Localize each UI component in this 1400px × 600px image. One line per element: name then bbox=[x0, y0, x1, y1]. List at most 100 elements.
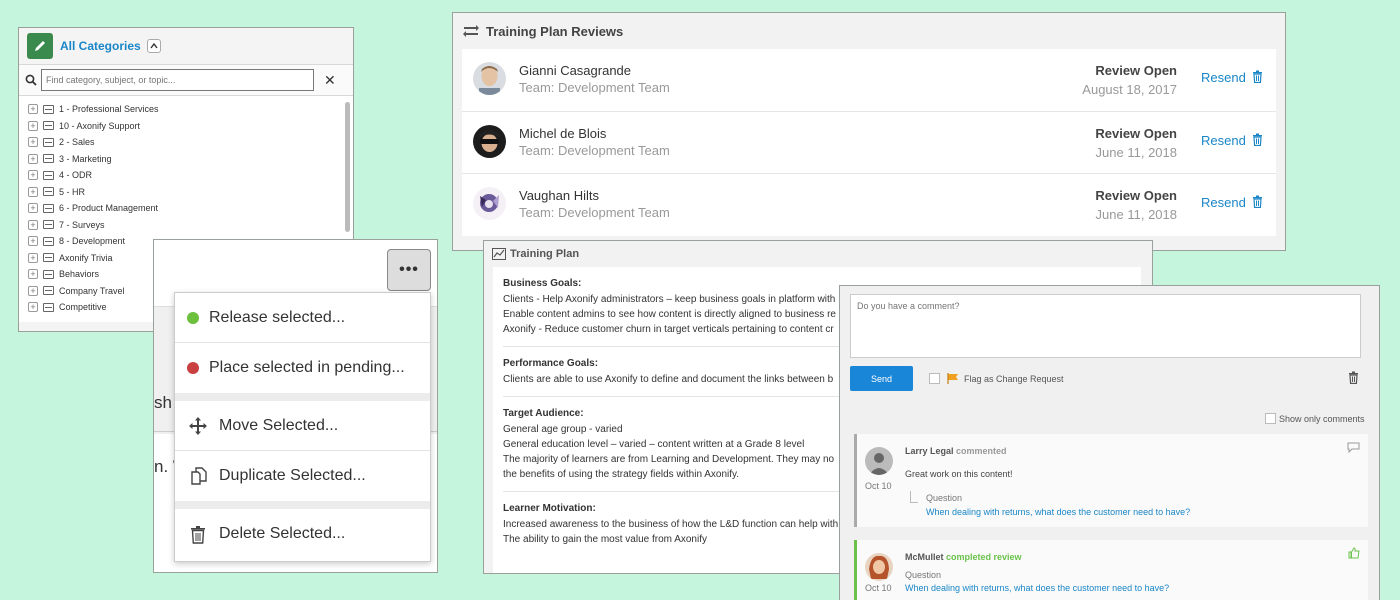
expand-icon[interactable]: + bbox=[28, 203, 38, 214]
category-label: 7 - Surveys bbox=[59, 219, 105, 230]
expand-icon[interactable]: + bbox=[28, 170, 38, 181]
category-icon bbox=[43, 170, 54, 180]
plan-title: Training Plan bbox=[510, 248, 580, 260]
category-icon bbox=[43, 137, 54, 147]
category-label: Axonify Trivia bbox=[59, 252, 113, 263]
category-item[interactable]: +10 - Axonify Support bbox=[28, 118, 353, 135]
expand-icon[interactable]: + bbox=[28, 120, 38, 131]
expand-icon[interactable]: + bbox=[28, 236, 38, 247]
review-date: August 18, 2017 bbox=[1082, 82, 1177, 97]
category-item[interactable]: +3 - Marketing bbox=[28, 151, 353, 168]
speech-bubble-icon[interactable] bbox=[1347, 440, 1360, 458]
expand-icon[interactable]: + bbox=[28, 153, 38, 164]
menu-separator bbox=[175, 501, 430, 509]
flag-checkbox[interactable] bbox=[929, 373, 940, 384]
scrollbar[interactable] bbox=[345, 102, 350, 232]
menu-item-label: Release selected... bbox=[209, 308, 346, 326]
trash-icon[interactable] bbox=[1252, 70, 1263, 88]
reviewer-name: Michel de Blois bbox=[519, 125, 607, 141]
category-label: 6 - Product Management bbox=[59, 203, 159, 214]
training-plan-reviews-panel: Training Plan Reviews Gianni Casagrande … bbox=[452, 12, 1286, 251]
category-title[interactable]: All Categories bbox=[60, 39, 141, 53]
expand-icon[interactable]: + bbox=[28, 269, 38, 280]
avatar bbox=[473, 187, 506, 220]
pending-selected-item[interactable]: Place selected in pending... bbox=[175, 343, 430, 393]
show-only-label: Show only comments bbox=[1279, 413, 1365, 424]
category-item[interactable]: +2 - Sales bbox=[28, 134, 353, 151]
comment-item: Larry Legal commented Great work on this… bbox=[854, 434, 1368, 527]
duplicate-icon bbox=[187, 465, 209, 487]
category-item[interactable]: +7 - Surveys bbox=[28, 217, 353, 234]
menu-item-label: Delete Selected... bbox=[219, 525, 346, 542]
review-date: June 11, 2018 bbox=[1095, 207, 1177, 222]
category-icon bbox=[43, 154, 54, 164]
category-label: 1 - Professional Services bbox=[59, 104, 159, 115]
send-button[interactable]: Send bbox=[850, 366, 913, 391]
menu-item-label: Place selected in pending... bbox=[209, 359, 405, 376]
expand-icon[interactable]: + bbox=[28, 186, 38, 197]
question-link[interactable]: When dealing with returns, what does the… bbox=[905, 583, 1169, 593]
question-label: Question bbox=[905, 570, 942, 580]
category-item[interactable]: +5 - HR bbox=[28, 184, 353, 201]
duplicate-selected-item[interactable]: Duplicate Selected... bbox=[175, 451, 430, 501]
category-search-input[interactable] bbox=[41, 69, 314, 91]
category-label: 2 - Sales bbox=[59, 137, 95, 148]
move-selected-item[interactable]: Move Selected... bbox=[175, 401, 430, 451]
resend-link[interactable]: Resend bbox=[1201, 70, 1246, 85]
expand-icon[interactable]: + bbox=[28, 104, 38, 115]
comment-action: completed review bbox=[946, 552, 1022, 562]
reviewer-team: Team: Development Team bbox=[519, 80, 670, 95]
more-options-button[interactable]: ••• bbox=[387, 249, 431, 291]
category-item[interactable]: +1 - Professional Services bbox=[28, 101, 353, 118]
category-icon bbox=[43, 302, 54, 312]
flag-label: Flag as Change Request bbox=[964, 373, 1064, 384]
category-icon bbox=[43, 203, 54, 213]
show-only-checkbox[interactable] bbox=[1265, 413, 1276, 424]
chevron-up-icon[interactable] bbox=[146, 39, 161, 53]
menu-item-label: Duplicate Selected... bbox=[219, 467, 366, 484]
bulk-actions-panel: ••• sh n. W Release selected... Place se… bbox=[153, 239, 438, 573]
trash-icon[interactable] bbox=[1348, 371, 1359, 389]
flag-icon bbox=[947, 373, 958, 384]
resend-link[interactable]: Resend bbox=[1201, 195, 1246, 210]
reviewer-name: Vaughan Hilts bbox=[519, 188, 599, 203]
reviews-list: Gianni Casagrande Team: Development Team… bbox=[462, 49, 1276, 236]
expand-icon[interactable]: + bbox=[28, 285, 38, 296]
review-status: Review Open bbox=[1095, 125, 1177, 141]
comment-date: Oct 10 bbox=[865, 481, 892, 491]
trash-icon[interactable] bbox=[1252, 133, 1263, 151]
category-label: Company Travel bbox=[59, 285, 125, 296]
show-only-comments[interactable]: Show only comments bbox=[1265, 413, 1365, 424]
trash-icon[interactable] bbox=[1252, 195, 1263, 213]
expand-icon[interactable]: + bbox=[28, 219, 38, 230]
review-status: Review Open bbox=[1095, 188, 1177, 203]
expand-icon[interactable]: + bbox=[28, 137, 38, 148]
category-label: 3 - Marketing bbox=[59, 153, 112, 164]
category-search-row: ✕ bbox=[19, 64, 353, 96]
avatar bbox=[865, 553, 893, 581]
category-icon bbox=[43, 104, 54, 114]
resend-link[interactable]: Resend bbox=[1201, 133, 1246, 148]
expand-icon[interactable]: + bbox=[28, 252, 38, 263]
delete-selected-item[interactable]: Delete Selected... bbox=[175, 509, 430, 559]
expand-icon[interactable]: + bbox=[28, 302, 38, 313]
pencil-icon[interactable] bbox=[27, 33, 53, 59]
comment-input[interactable] bbox=[850, 294, 1361, 358]
thumbs-up-icon[interactable] bbox=[1348, 546, 1360, 564]
flag-change-request[interactable]: Flag as Change Request bbox=[929, 373, 1064, 384]
category-icon bbox=[43, 253, 54, 263]
close-icon[interactable]: ✕ bbox=[324, 72, 336, 89]
avatar bbox=[473, 124, 506, 158]
category-item[interactable]: +4 - ODR bbox=[28, 167, 353, 184]
avatar bbox=[865, 447, 893, 475]
category-label: Competitive bbox=[59, 302, 107, 313]
reviews-header: Training Plan Reviews bbox=[453, 13, 1285, 49]
category-item[interactable]: +6 - Product Management bbox=[28, 200, 353, 217]
release-selected-item[interactable]: Release selected... bbox=[175, 293, 430, 343]
comment-header: Larry Legal commented bbox=[905, 446, 1007, 456]
comment-author: Larry Legal bbox=[905, 446, 954, 456]
category-label: 4 - ODR bbox=[59, 170, 93, 181]
reviewer-team: Team: Development Team bbox=[519, 142, 670, 158]
comment-header: McMullet completed review bbox=[905, 552, 1022, 562]
question-link[interactable]: When dealing with returns, what does the… bbox=[926, 507, 1190, 517]
